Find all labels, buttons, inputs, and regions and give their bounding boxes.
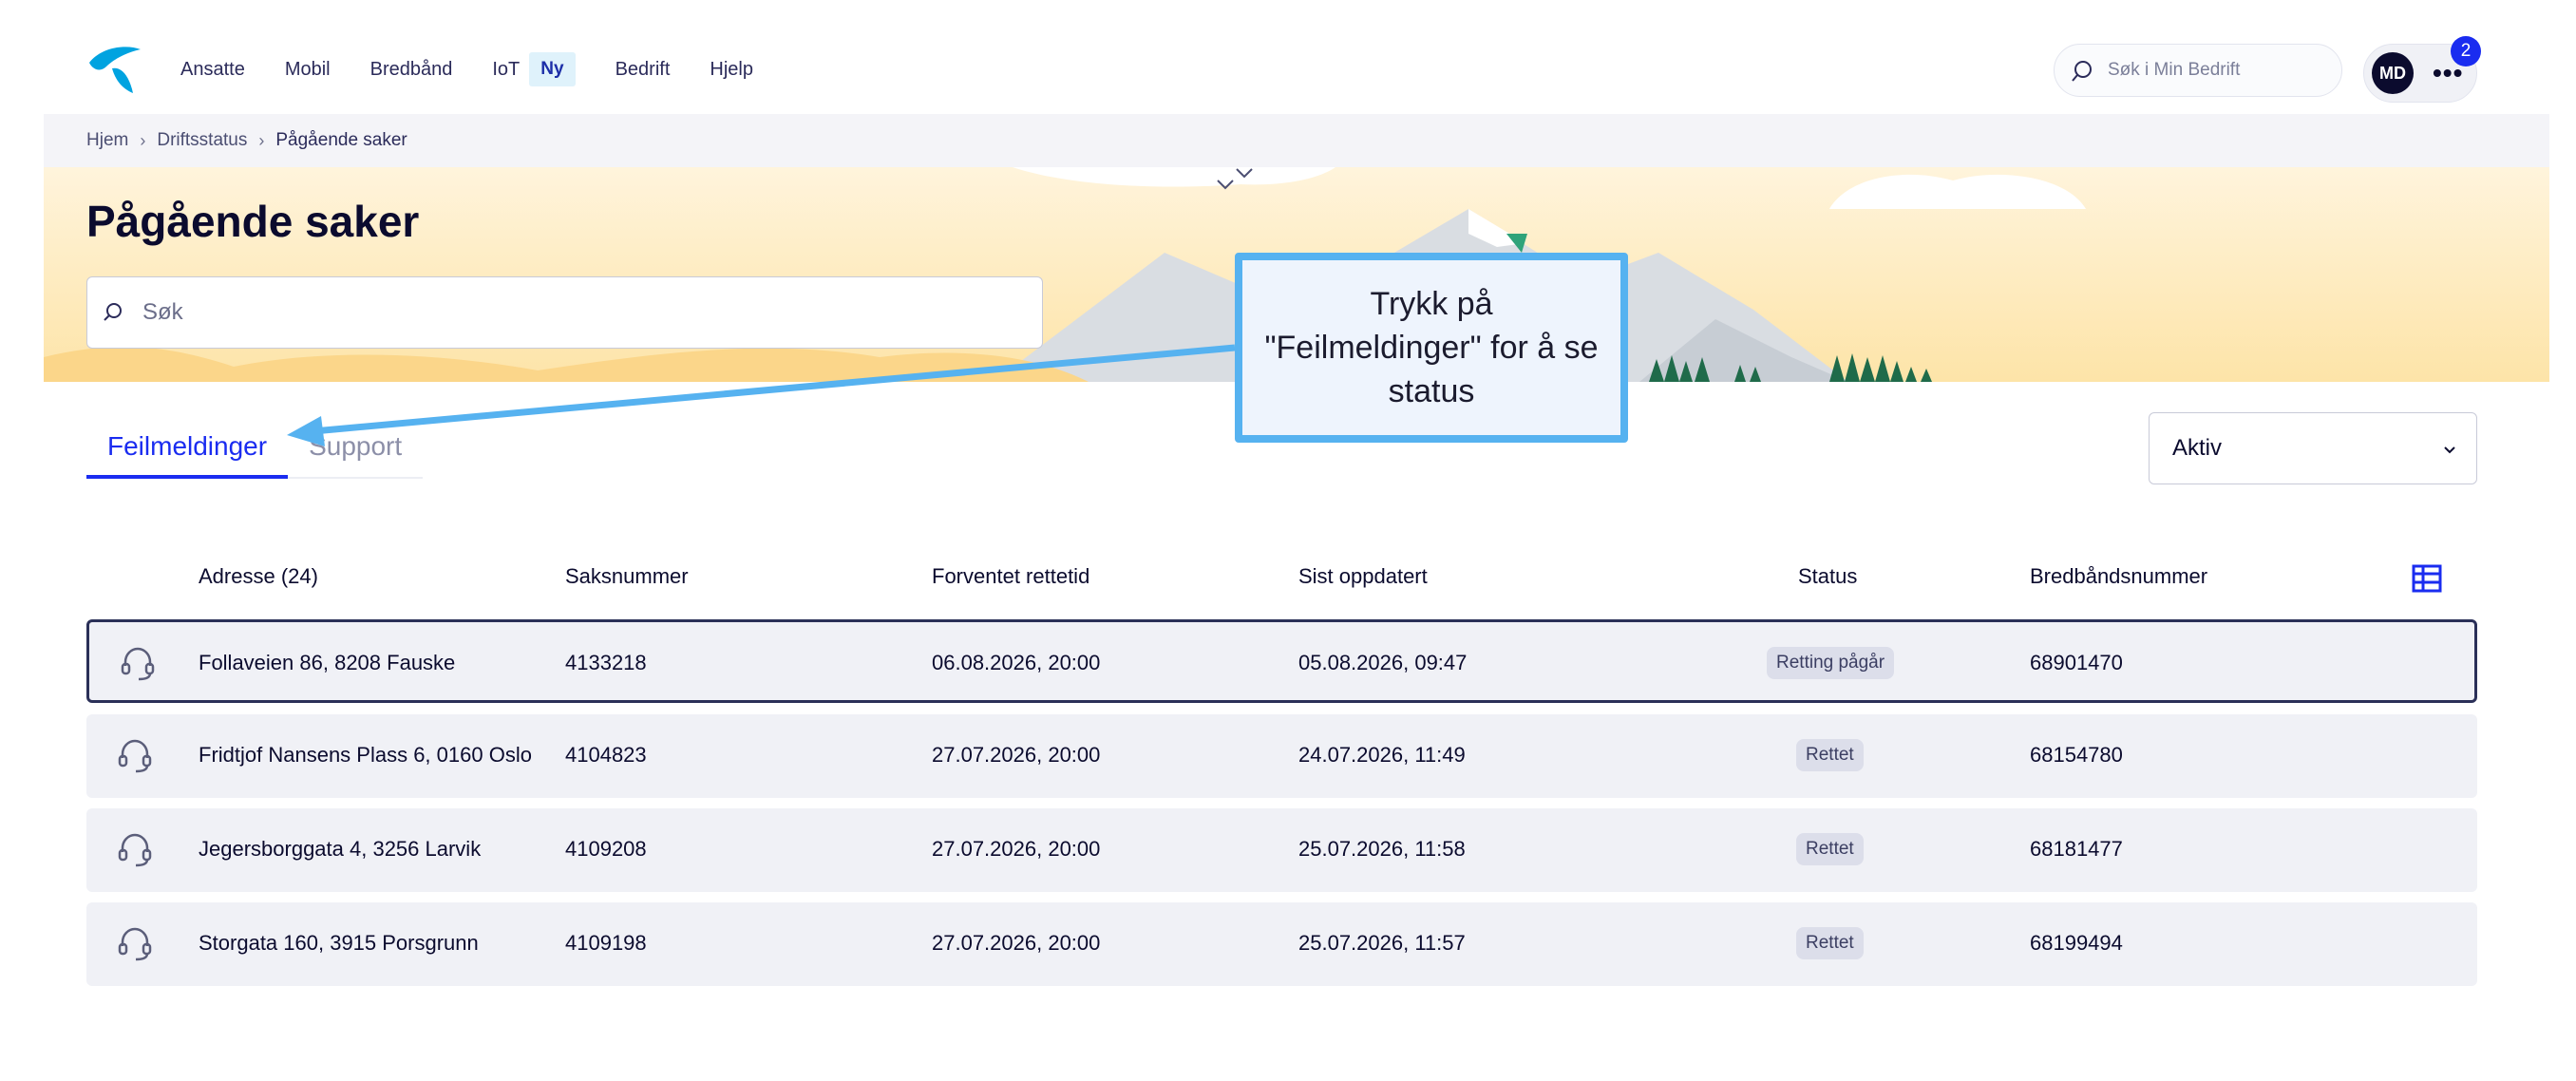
status-filter-value: Aktiv (2172, 435, 2223, 461)
breadcrumb-current: Pågående saker (275, 130, 407, 150)
status-badge: Retting pågår (1767, 647, 1895, 679)
tab-support[interactable]: Support (288, 418, 423, 479)
table-row[interactable]: Jegersborggata 4, 3256 Larvik 4109208 27… (86, 808, 2477, 892)
status-badge: Rettet (1796, 927, 1864, 959)
headset-icon (118, 833, 152, 867)
column-header-expected[interactable]: Forventet rettetid (932, 564, 1089, 589)
table-row[interactable]: Follaveien 86, 8208 Fauske 4133218 06.08… (86, 619, 2477, 703)
cell-broadband: 68901470 (2030, 651, 2123, 674)
cell-expected: 27.07.2026, 20:00 (932, 837, 1101, 861)
top-navigation: Ansatte Mobil Bredbånd IoT Ny Bedrift Hj… (0, 0, 2576, 114)
cell-case: 4109198 (565, 931, 647, 955)
cell-case: 4104823 (565, 743, 647, 767)
column-header-address[interactable]: Adresse (24) (199, 564, 318, 589)
search-input[interactable]: Søk (86, 276, 1043, 349)
nav-mobil[interactable]: Mobil (285, 59, 331, 81)
breadcrumb-driftsstatus[interactable]: Driftsstatus (157, 130, 247, 151)
search-icon (2072, 61, 2092, 82)
cell-updated: 24.07.2026, 11:49 (1298, 743, 1466, 767)
nav-bedrift[interactable]: Bedrift (616, 59, 671, 81)
cell-broadband: 68154780 (2030, 743, 2123, 767)
cell-address: Follaveien 86, 8208 Fauske (199, 651, 456, 674)
cell-broadband: 68199494 (2030, 931, 2123, 955)
chevron-right-icon: › (258, 130, 265, 150)
cell-expected: 27.07.2026, 20:00 (932, 743, 1101, 767)
search-icon (104, 303, 122, 321)
search-placeholder: Søk (142, 299, 183, 325)
tab-feilmeldinger[interactable]: Feilmeldinger (86, 418, 289, 479)
notification-badge[interactable]: 2 (2451, 36, 2481, 66)
breadcrumb-hjem[interactable]: Hjem (86, 130, 128, 151)
cell-expected: 06.08.2026, 20:00 (932, 651, 1101, 674)
global-search-placeholder: Søk i Min Bedrift (2108, 60, 2241, 80)
column-header-status[interactable]: Status (1798, 564, 1857, 589)
tab-bar: Feilmeldinger Support (86, 418, 424, 479)
headset-icon (118, 927, 152, 961)
nav-bredband[interactable]: Bredbånd (370, 59, 453, 81)
nav-iot-label: IoT (492, 58, 521, 80)
cell-case: 4109208 (565, 837, 647, 861)
main-menu: Ansatte Mobil Bredbånd IoT Ny Bedrift Hj… (180, 49, 793, 89)
column-header-broadband[interactable]: Bredbåndsnummer (2030, 564, 2207, 589)
table-settings-icon[interactable] (2412, 564, 2442, 593)
status-filter-select[interactable]: Aktiv (2149, 412, 2477, 484)
telia-logo[interactable] (87, 44, 144, 97)
cell-expected: 27.07.2026, 20:00 (932, 931, 1101, 955)
breadcrumb: Hjem › Driftsstatus › Pågående saker (44, 114, 2549, 167)
nav-iot[interactable]: IoT Ny (492, 52, 576, 86)
nav-hjelp[interactable]: Hjelp (710, 59, 753, 81)
cell-case: 4133218 (565, 651, 647, 674)
cell-updated: 05.08.2026, 09:47 (1298, 651, 1468, 674)
headset-icon (121, 647, 155, 681)
column-header-updated[interactable]: Sist oppdatert (1298, 564, 1428, 589)
table-row[interactable]: Fridtjof Nansens Plass 6, 0160 Oslo 4104… (86, 714, 2477, 798)
column-header-case[interactable]: Saksnummer (565, 564, 689, 589)
instruction-callout: Trykk på "Feilmeldinger" for å se status (1235, 253, 1628, 443)
headset-icon (118, 739, 152, 773)
chevron-right-icon: › (140, 130, 146, 150)
avatar: MD (2372, 52, 2414, 94)
page-title: Pågående saker (86, 197, 420, 246)
cell-address: Fridtjof Nansens Plass 6, 0160 Oslo (199, 743, 532, 767)
cell-address: Jegersborggata 4, 3256 Larvik (199, 837, 482, 861)
cell-broadband: 68181477 (2030, 837, 2123, 861)
status-badge: Rettet (1796, 739, 1864, 771)
nav-ansatte[interactable]: Ansatte (180, 59, 245, 81)
cell-updated: 25.07.2026, 11:57 (1298, 931, 1466, 955)
new-badge: Ny (529, 52, 576, 86)
global-search-input[interactable]: Søk i Min Bedrift (2054, 44, 2342, 97)
chevron-down-icon (2444, 446, 2455, 454)
status-badge: Rettet (1796, 833, 1864, 865)
table-row[interactable]: Storgata 160, 3915 Porsgrunn 4109198 27.… (86, 902, 2477, 986)
cell-address: Storgata 160, 3915 Porsgrunn (199, 931, 479, 955)
cell-updated: 25.07.2026, 11:58 (1298, 837, 1466, 861)
table-header: Adresse (24) Saksnummer Forventet rettet… (86, 557, 2477, 598)
